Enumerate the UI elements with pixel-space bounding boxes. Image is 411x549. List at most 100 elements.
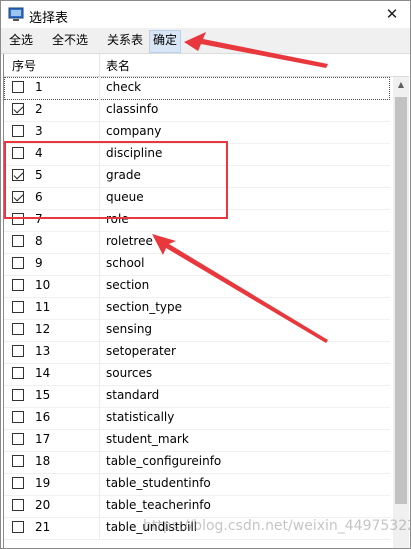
table-list-grid: 序号 表名 1 check 2 classinfo 3 company 4 disciplin…: [3, 54, 409, 548]
row-index: 10: [35, 278, 51, 292]
row-table-name: classinfo: [106, 102, 159, 116]
row-checkbox[interactable]: [12, 345, 24, 357]
select-none-button[interactable]: 全不选: [49, 30, 91, 51]
row-table-name: table_teacherinfo: [106, 498, 211, 512]
row-index: 8: [35, 234, 43, 248]
vertical-scrollbar[interactable]: ▲: [393, 77, 409, 548]
row-checkbox[interactable]: [12, 499, 24, 511]
row-checkbox[interactable]: [12, 103, 24, 115]
row-table-name: table_configureinfo: [106, 454, 222, 468]
table-row[interactable]: 19 table_studentinfo: [4, 473, 390, 496]
table-row[interactable]: 1 check: [4, 77, 390, 100]
table-row[interactable]: 18 table_configureinfo: [4, 451, 390, 474]
row-checkbox[interactable]: [12, 257, 24, 269]
close-icon[interactable]: ✕: [374, 1, 410, 28]
row-divider: [99, 363, 100, 385]
row-divider: [99, 451, 100, 473]
table-row[interactable]: 17 student_mark: [4, 429, 390, 452]
row-checkbox[interactable]: [12, 433, 24, 445]
watermark: https://blog.csdn.net/weixin_44975322: [143, 518, 411, 534]
row-divider: [99, 495, 100, 517]
table-row[interactable]: 13 setoperater: [4, 341, 390, 364]
row-table-name: check: [106, 80, 142, 94]
row-table-name: school: [106, 256, 145, 270]
row-index: 15: [35, 388, 51, 402]
row-index: 11: [35, 300, 51, 314]
row-table-name: roletree: [106, 234, 153, 248]
row-checkbox[interactable]: [12, 367, 24, 379]
title-bar: 选择表 ✕: [1, 1, 410, 28]
row-table-name: setoperater: [106, 344, 176, 358]
row-divider: [99, 385, 100, 407]
row-checkbox[interactable]: [12, 235, 24, 247]
grid-header: 序号 表名: [4, 54, 409, 77]
scroll-up-arrow-icon[interactable]: ▲: [393, 77, 409, 93]
row-table-name: company: [106, 124, 162, 138]
column-header-index[interactable]: 序号: [12, 57, 36, 74]
related-tables-button[interactable]: 关系表: [104, 30, 146, 51]
row-divider: [99, 319, 100, 341]
row-index: 19: [35, 476, 51, 490]
row-index: 9: [35, 256, 43, 270]
select-all-button[interactable]: 全选: [6, 30, 36, 51]
column-header-name[interactable]: 表名: [106, 57, 130, 74]
row-checkbox[interactable]: [12, 389, 24, 401]
row-index: 20: [35, 498, 51, 512]
row-checkbox[interactable]: [12, 279, 24, 291]
row-table-name: student_mark: [106, 432, 189, 446]
row-divider: [99, 341, 100, 363]
table-row[interactable]: 20 table_teacherinfo: [4, 495, 390, 518]
table-row[interactable]: 10 section: [4, 275, 390, 298]
row-divider: [99, 275, 100, 297]
row-checkbox[interactable]: [12, 81, 24, 93]
table-row[interactable]: 9 school: [4, 253, 390, 276]
window-title: 选择表: [29, 11, 69, 26]
row-index: 2: [35, 102, 43, 116]
row-index: 14: [35, 366, 51, 380]
row-checkbox[interactable]: [12, 323, 24, 335]
app-icon: [8, 7, 24, 21]
row-index: 18: [35, 454, 51, 468]
row-checkbox[interactable]: [12, 455, 24, 467]
row-table-name: sensing: [106, 322, 153, 336]
row-index: 1: [35, 80, 43, 94]
row-checkbox[interactable]: [12, 125, 24, 137]
row-index: 21: [35, 520, 51, 534]
row-table-name: table_studentinfo: [106, 476, 211, 490]
table-row[interactable]: 12 sensing: [4, 319, 390, 342]
table-row[interactable]: 16 statistically: [4, 407, 390, 430]
row-divider: [99, 253, 100, 275]
row-checkbox[interactable]: [12, 411, 24, 423]
row-index: 17: [35, 432, 51, 446]
row-divider: [99, 231, 100, 253]
confirm-button[interactable]: 确定: [149, 30, 182, 53]
row-divider: [99, 517, 100, 539]
table-row[interactable]: 2 classinfo: [4, 99, 390, 122]
scrollbar-thumb[interactable]: [395, 97, 407, 504]
row-checkbox[interactable]: [12, 477, 24, 489]
row-checkbox[interactable]: [12, 301, 24, 313]
annotation-highlight-box: [4, 141, 228, 219]
row-table-name: section: [106, 278, 150, 292]
table-row[interactable]: 11 section_type: [4, 297, 390, 320]
table-row[interactable]: 14 sources: [4, 363, 390, 386]
table-row[interactable]: 15 standard: [4, 385, 390, 408]
row-table-name: standard: [106, 388, 160, 402]
row-index: 13: [35, 344, 51, 358]
select-table-dialog: 选择表 ✕ 全选 全不选 关系表 确定 序号 表名 1 check 2 classin…: [0, 0, 411, 549]
row-divider: [99, 99, 100, 121]
row-checkbox[interactable]: [12, 521, 24, 533]
row-divider: [99, 429, 100, 451]
row-index: 12: [35, 322, 51, 336]
row-index: 3: [35, 124, 43, 138]
table-row[interactable]: 8 roletree: [4, 231, 390, 254]
row-index: 16: [35, 410, 51, 424]
row-divider: [99, 473, 100, 495]
toolbar: 全选 全不选 关系表 确定: [1, 28, 410, 54]
row-divider: [99, 121, 100, 143]
row-divider: [99, 407, 100, 429]
column-divider: [99, 54, 100, 76]
row-table-name: statistically: [106, 410, 175, 424]
row-divider: [99, 77, 100, 99]
row-divider: [99, 297, 100, 319]
